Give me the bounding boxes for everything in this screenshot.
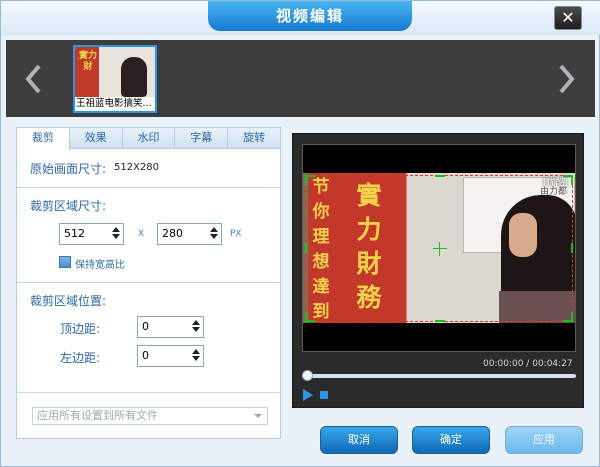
top-margin-stepper[interactable]: 0 xyxy=(137,316,204,338)
seek-bar[interactable] xyxy=(302,370,576,381)
original-size-label: 原始画面尺寸: xyxy=(30,162,107,176)
apply-all-label: 应用所有设置到所有文件 xyxy=(37,409,158,422)
time-separator: / xyxy=(526,359,530,369)
thumbnail-image: 實力財 xyxy=(75,47,155,99)
crop-area-position-label: 裁剪区域位置: xyxy=(30,294,107,308)
confirm-button[interactable]: 确定 xyxy=(412,426,490,454)
play-icon[interactable] xyxy=(303,389,313,401)
crop-handle-top[interactable] xyxy=(435,175,445,177)
apply-button[interactable]: 应用 xyxy=(505,426,583,454)
thumbnail-person xyxy=(121,57,147,97)
chevron-down-icon xyxy=(254,414,262,418)
left-margin-value: 0 xyxy=(142,349,149,362)
crop-height-stepper[interactable]: 280 xyxy=(157,223,222,245)
seek-handle[interactable] xyxy=(302,370,313,381)
section-divider xyxy=(17,392,280,393)
stepper-arrows-icon[interactable] xyxy=(209,226,219,242)
settings-panel: 裁剪 效果 水印 字幕 旋转 原始画面尺寸: 512X280 裁剪区域尺寸: 5… xyxy=(16,127,281,439)
stop-icon[interactable] xyxy=(320,391,328,399)
keep-ratio-label: 保持宽高比 xyxy=(75,260,125,271)
crop-height-value: 280 xyxy=(162,227,183,240)
next-file-button[interactable] xyxy=(546,40,586,117)
apply-all-dropdown[interactable]: 应用所有设置到所有文件 xyxy=(32,407,268,425)
tab-subtitles[interactable]: 字幕 xyxy=(175,128,229,148)
crop-handle-left[interactable] xyxy=(305,243,307,253)
crop-handle-top-left[interactable] xyxy=(305,175,315,185)
crop-handle-bottom[interactable] xyxy=(435,320,445,322)
section-divider xyxy=(17,282,280,283)
chevron-right-icon xyxy=(559,64,575,93)
dialog-title: 视频编辑 xyxy=(208,1,412,31)
times-label: X xyxy=(138,229,145,239)
file-thumbnail[interactable]: 實力財 王祖蓝电影搞笑... xyxy=(73,45,157,113)
keep-ratio-checkbox[interactable] xyxy=(59,256,71,268)
section-divider xyxy=(17,187,280,188)
prev-file-button[interactable] xyxy=(14,40,54,117)
crop-handle-bottom-left[interactable] xyxy=(305,312,315,322)
top-margin-label: 顶边距: xyxy=(60,322,101,336)
tab-bar: 裁剪 效果 水印 字幕 旋转 xyxy=(17,128,280,150)
original-size-value: 512X280 xyxy=(114,162,160,173)
crop-area-size-label: 裁剪区域尺寸: xyxy=(30,199,107,213)
crop-width-value: 512 xyxy=(64,227,85,240)
cancel-button[interactable]: 取消 xyxy=(320,426,398,454)
tab-effects[interactable]: 效果 xyxy=(70,128,123,148)
video-edit-dialog: 视频编辑 ✕ 實力財 王祖蓝电影搞笑... 裁剪 效果 水印 字幕 旋转 原始画… xyxy=(0,0,600,467)
tab-crop[interactable]: 裁剪 xyxy=(17,128,70,150)
close-button[interactable]: ✕ xyxy=(554,6,582,30)
chevron-left-icon xyxy=(25,64,41,93)
preview-screen: 节你理想達到 實力財務 由力都 [优酷] xyxy=(302,144,576,352)
title-bar: 视频编辑 ✕ xyxy=(1,1,600,35)
crop-width-stepper[interactable]: 512 xyxy=(59,223,124,245)
crop-center-crosshair-icon xyxy=(439,242,440,256)
crop-handle-bottom-right[interactable] xyxy=(563,312,573,322)
current-time: 00:00:00 xyxy=(483,359,524,369)
crop-handle-right[interactable] xyxy=(571,243,573,253)
px-unit-label: PX xyxy=(230,229,242,239)
stepper-arrows-icon[interactable] xyxy=(111,226,121,242)
video-preview-player: 节你理想達到 實力財務 由力都 [优酷] 00:00:00 / 00:04:27 xyxy=(292,133,584,408)
left-margin-label: 左边距: xyxy=(60,351,101,365)
thumbnail-caption: 王祖蓝电影搞笑... xyxy=(75,97,155,111)
time-readout: 00:00:00 / 00:04:27 xyxy=(483,359,573,369)
total-time: 00:04:27 xyxy=(532,359,573,369)
stepper-arrows-icon[interactable] xyxy=(191,319,201,335)
crop-center-crosshair-icon xyxy=(433,248,447,249)
file-strip: 實力財 王祖蓝电影搞笑... xyxy=(6,40,595,117)
stepper-arrows-icon[interactable] xyxy=(191,348,201,364)
thumbnail-banner-text: 實力財 xyxy=(78,51,97,72)
crop-handle-top-right[interactable] xyxy=(563,175,573,185)
crop-rectangle[interactable] xyxy=(305,175,573,322)
top-margin-value: 0 xyxy=(142,320,149,333)
tab-rotate[interactable]: 旋转 xyxy=(228,128,280,148)
tab-watermark[interactable]: 水印 xyxy=(123,128,176,148)
left-margin-stepper[interactable]: 0 xyxy=(137,345,204,367)
